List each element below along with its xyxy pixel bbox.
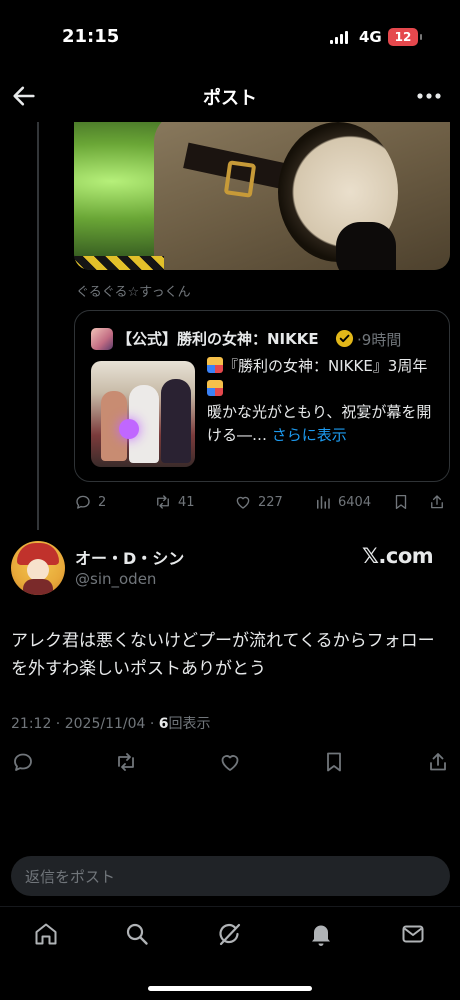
reply-stat[interactable]: 2 (74, 490, 106, 514)
author-name[interactable]: オー・D・シン (75, 545, 184, 569)
nav-messages[interactable] (400, 921, 428, 949)
network-type: 4G (359, 28, 382, 46)
avatar[interactable] (11, 541, 65, 595)
more-button[interactable] (414, 82, 444, 110)
repost-icon (157, 495, 169, 509)
reply-button[interactable] (11, 750, 37, 776)
show-more-link[interactable]: さらに表示 (272, 426, 347, 444)
home-indicator (148, 986, 312, 991)
search-icon (126, 923, 148, 945)
image-attribution: ぐるぐる☆すっくん (76, 285, 191, 300)
previous-post-stats: 2 41 227 6404 (74, 490, 450, 514)
reply-icon (14, 753, 32, 771)
nav-grok[interactable] (216, 921, 244, 949)
share-icon (430, 753, 446, 771)
share-button[interactable] (426, 750, 452, 776)
quote-thumbnail (91, 361, 195, 467)
quote-text-line1: 『勝利の女神：NIKKE』3周年 (223, 357, 428, 375)
repost-icon (118, 753, 134, 771)
views-label: 回表示 (168, 716, 211, 732)
status-time: 21:15 (62, 26, 120, 47)
post-body: アレク君は悪くないけどプーが流れてくるからフォローを外すわ楽しいポストありがとう (11, 631, 435, 679)
quote-time: ·9時間 (357, 331, 402, 349)
nav-home[interactable] (33, 921, 61, 949)
messages-icon (402, 925, 424, 943)
post-actions (0, 750, 460, 776)
author-handle[interactable]: @sin_oden (75, 570, 156, 588)
grok-icon (219, 923, 241, 946)
notifications-icon (312, 925, 330, 946)
heart-icon (236, 496, 250, 509)
repost-button[interactable] (114, 750, 140, 776)
reply-placeholder: 返信をポスト (25, 868, 116, 886)
reply-icon (76, 495, 90, 509)
top-header: ポスト (0, 70, 460, 122)
repost-stat[interactable]: 41 (154, 490, 195, 514)
share-stat[interactable] (428, 490, 446, 514)
status-bar: 21:15 4G 12 (0, 0, 460, 70)
heart-icon (221, 755, 239, 771)
home-icon (35, 923, 57, 945)
post-time[interactable]: 21:12 (11, 716, 51, 732)
bookmark-icon (327, 752, 341, 772)
quote-avatar (91, 328, 113, 350)
views-count: 6 (158, 716, 169, 732)
verified-badge-icon (335, 329, 354, 348)
signal-icon (330, 30, 348, 44)
quote-text: 『勝利の女神：NIKKE』3周年 暖かな光がともり、祝宴が幕を開ける―… さらに… (207, 355, 435, 447)
reply-input[interactable]: 返信をポスト (11, 856, 450, 896)
post-meta: 21:12 · 2025/11/04 · 6回表示 (11, 716, 211, 732)
views-icon (317, 496, 330, 509)
nav-search[interactable] (124, 921, 152, 949)
views-stat[interactable]: 6404 (314, 490, 371, 514)
quote-card[interactable]: 【公式】勝利の女神：NIKKE ·9時間 『勝利の女神：NIKKE』3周年 暖か… (74, 310, 450, 482)
post-image[interactable] (74, 122, 450, 270)
battery-indicator: 12 (388, 28, 422, 46)
bookmark-stat[interactable] (392, 490, 410, 514)
quote-author-name: 【公式】勝利の女神：NIKKE (117, 330, 319, 348)
page-title: ポスト (203, 88, 257, 109)
thread-line (37, 122, 39, 530)
x-com-label: 𝕏.com (362, 544, 434, 568)
like-button[interactable] (218, 750, 244, 776)
celebration-emoji-icon (207, 357, 223, 373)
nav-notifications[interactable] (308, 921, 336, 949)
post-date[interactable]: 2025/11/04 (65, 716, 146, 732)
more-dots-icon (417, 93, 441, 99)
like-stat[interactable]: 227 (234, 490, 283, 514)
bookmark-icon (395, 494, 407, 510)
celebration-emoji-icon (207, 380, 223, 396)
bookmark-button[interactable] (322, 750, 348, 776)
share-icon (431, 495, 443, 509)
